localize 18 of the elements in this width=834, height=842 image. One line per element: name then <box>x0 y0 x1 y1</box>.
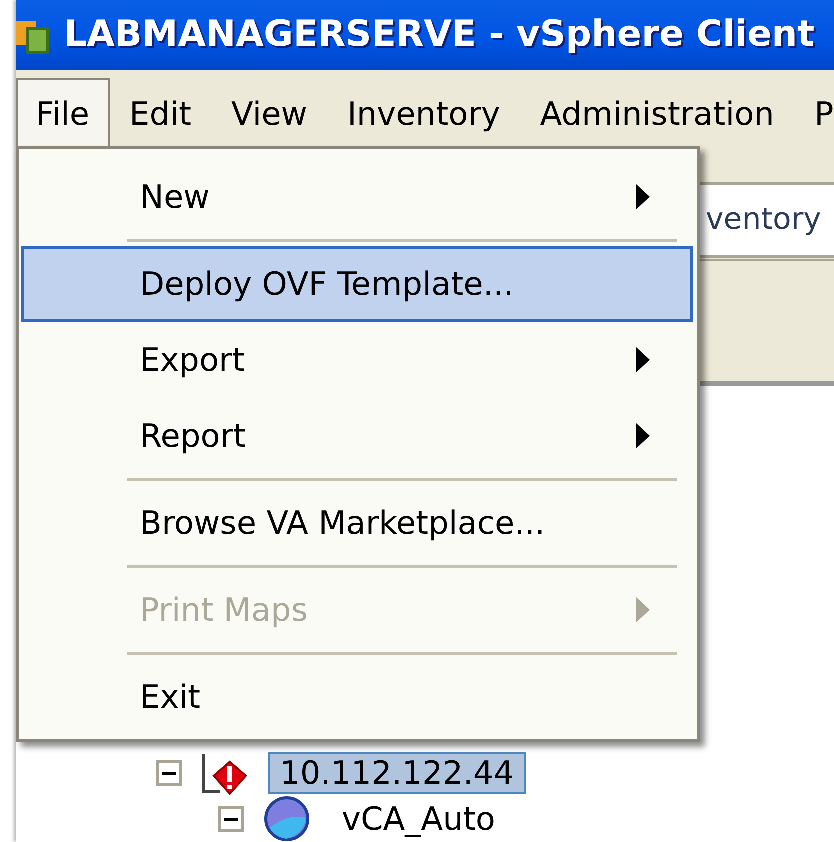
collapse-toggle[interactable] <box>218 806 244 832</box>
menu-item[interactable]: Inventory <box>327 78 520 148</box>
menu-item[interactable]: Edit <box>110 78 212 148</box>
menu-item[interactable]: View <box>212 78 328 148</box>
menu-item[interactable]: File <box>16 78 110 148</box>
window-title: LABMANAGERSERVE - vSphere Client <box>64 14 815 56</box>
menu-entry[interactable]: Browse VA Marketplace... <box>21 485 693 561</box>
menu-entry[interactable]: Exit <box>21 659 693 735</box>
menu-entry[interactable]: New <box>21 159 693 235</box>
menu-item[interactable]: P <box>794 78 834 148</box>
menu-entry[interactable]: Report <box>21 398 693 474</box>
tree-item[interactable]: vCA_Auto <box>330 798 508 840</box>
collapse-toggle[interactable] <box>156 760 182 786</box>
menu-entry[interactable]: Export <box>21 322 693 398</box>
menu-item[interactable]: Administration <box>520 78 794 148</box>
vm-icon <box>262 796 312 842</box>
tree-item[interactable]: 10.112.122.44 <box>268 752 526 794</box>
menu-entry[interactable]: Deploy OVF Template... <box>21 246 693 322</box>
